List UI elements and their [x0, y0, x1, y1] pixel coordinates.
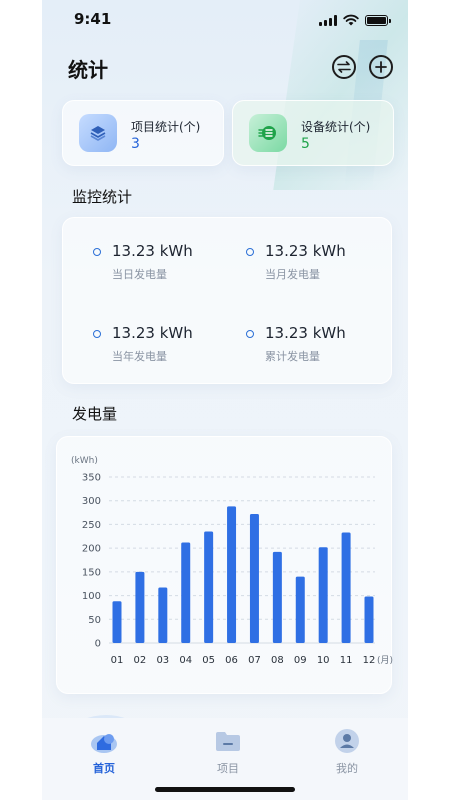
y-tick-label: 200: [82, 544, 101, 555]
tab-mine-label: 我的: [336, 762, 358, 775]
bar-04: [181, 542, 191, 643]
layers-icon: [79, 114, 117, 152]
x-tick-label: 10: [317, 655, 330, 666]
x-tick-label: 02: [134, 655, 147, 666]
wifi-icon: [343, 14, 359, 26]
bullet-icon: [246, 248, 254, 256]
x-tick-label: 09: [294, 655, 307, 666]
status-time: 9:41: [74, 10, 112, 28]
bullet-icon: [93, 248, 101, 256]
metric-value: 13.23 kWh: [112, 242, 193, 260]
y-axis-unit-label: (kWh): [71, 456, 98, 466]
bar-01: [112, 601, 122, 643]
device-stats-value: 5: [301, 136, 310, 152]
tab-home-label: 首页: [93, 762, 115, 775]
y-tick-label: 100: [82, 591, 101, 602]
tab-mine[interactable]: 我的: [307, 728, 387, 776]
x-tick-label: 04: [179, 655, 192, 666]
profile-icon: [333, 728, 361, 754]
app-screen: 9:41 统计 项目统计(个) 3 设备统计(个) 5 监控统计 13.23 k…: [42, 0, 408, 800]
monitor-section-title: 监控统计: [72, 188, 133, 206]
x-tick-label: 12: [363, 655, 376, 666]
cellular-signal-icon: [319, 15, 337, 26]
bullet-icon: [246, 330, 254, 338]
bar-02: [135, 571, 145, 643]
x-axis-unit-label: (月): [377, 655, 393, 666]
metric-label: 当日发电量: [112, 268, 167, 281]
y-tick-label: 50: [88, 615, 101, 626]
add-icon[interactable]: [369, 55, 393, 79]
bar-05: [204, 531, 214, 643]
generation-bar-chart: (kWh) 0 50 100 150 200 250 300 350 01 02 03 04 05 06 07…: [71, 456, 393, 666]
bar-10: [318, 547, 328, 643]
project-stats-value: 3: [131, 136, 140, 152]
metric-value: 13.23 kWh: [265, 324, 346, 342]
metric-value: 13.23 kWh: [265, 242, 346, 260]
y-tick-label: 0: [95, 639, 101, 650]
device-stats-label: 设备统计(个): [301, 120, 371, 134]
metric-label: 当年发电量: [112, 350, 167, 363]
tab-project[interactable]: 项目: [188, 728, 268, 776]
metric-value: 13.23 kWh: [112, 324, 193, 342]
device-stats-card[interactable]: 设备统计(个) 5: [232, 100, 394, 166]
bar-11: [341, 532, 351, 643]
bar-03: [158, 587, 168, 643]
generation-section-title: 发电量: [72, 405, 118, 423]
swap-icon[interactable]: [332, 55, 356, 79]
folder-icon: [214, 728, 242, 754]
x-tick-label: 08: [271, 655, 284, 666]
project-stats-label: 项目统计(个): [131, 120, 201, 134]
bar-07: [249, 513, 259, 643]
x-tick-label: 11: [340, 655, 353, 666]
bar-08: [272, 551, 282, 643]
page-title: 统计: [68, 58, 108, 82]
metric-label: 累计发电量: [265, 350, 320, 363]
x-tick-label: 03: [156, 655, 169, 666]
tab-project-label: 项目: [217, 762, 239, 775]
monitor-card: 13.23 kWh 当日发电量 13.23 kWh 当月发电量 13.23 kW…: [62, 217, 392, 384]
status-bar: 9:41: [42, 10, 408, 32]
battery-icon: [365, 15, 391, 26]
y-tick-label: 150: [82, 567, 101, 578]
home-icon: [90, 728, 118, 754]
device-icon: [249, 114, 287, 152]
y-tick-label: 350: [82, 473, 101, 484]
y-tick-label: 250: [82, 520, 101, 531]
bar-06: [227, 506, 237, 643]
x-tick-label: 01: [111, 655, 124, 666]
metric-label: 当月发电量: [265, 268, 320, 281]
home-indicator: [155, 787, 295, 792]
y-tick-label: 300: [82, 496, 101, 507]
bar-09: [295, 576, 305, 643]
tab-home[interactable]: 首页: [64, 728, 144, 776]
generation-chart-card: (kWh) 0 50 100 150 200 250 300 350 01 02 03 04 05 06 07…: [56, 436, 393, 694]
bullet-icon: [93, 330, 101, 338]
status-icons: [319, 14, 391, 26]
x-tick-label: 06: [225, 655, 238, 666]
bar-12: [364, 596, 374, 643]
x-tick-label: 05: [202, 655, 215, 666]
x-tick-label: 07: [248, 655, 261, 666]
project-stats-card[interactable]: 项目统计(个) 3: [62, 100, 224, 166]
